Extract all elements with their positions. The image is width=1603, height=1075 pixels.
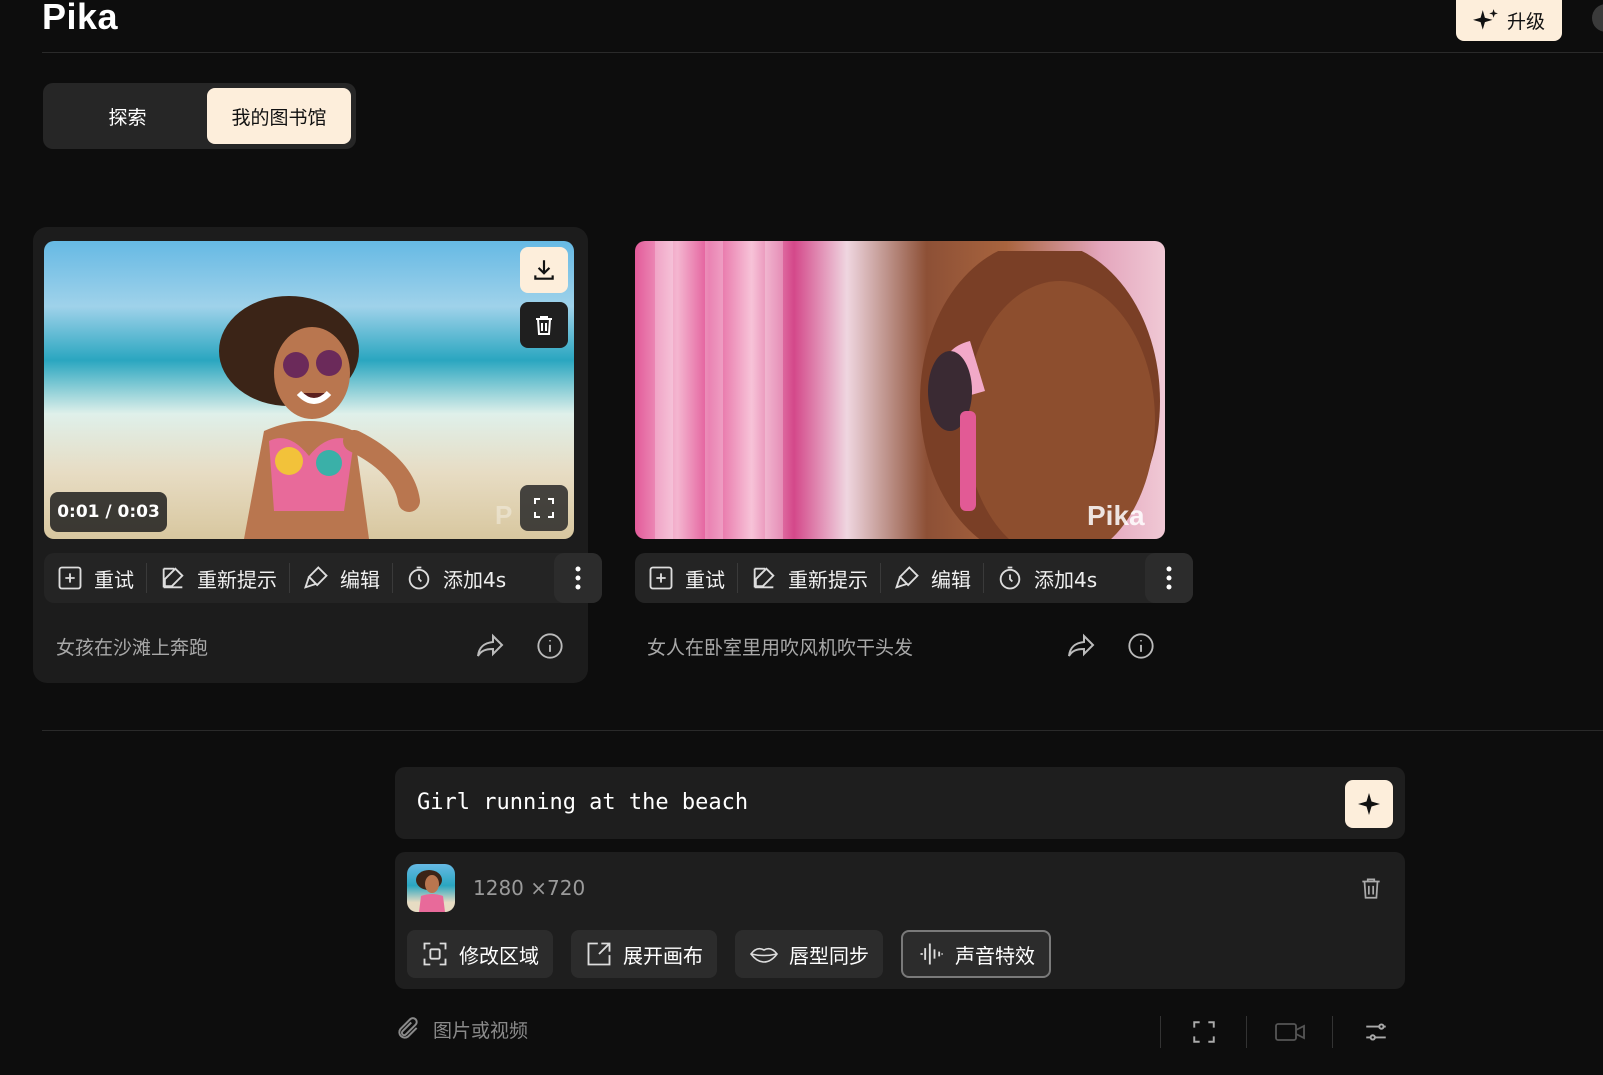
info-button[interactable] bbox=[532, 628, 568, 664]
retry-label: 重试 bbox=[94, 567, 134, 592]
edit-pencil-icon bbox=[162, 567, 184, 589]
edit-button[interactable]: 编辑 bbox=[290, 553, 392, 603]
beach-girl-mini bbox=[416, 870, 445, 912]
retry-button[interactable]: 重试 bbox=[44, 553, 146, 603]
aspect-ratio-icon bbox=[1192, 1021, 1215, 1043]
tab-explore[interactable]: 探索 bbox=[48, 88, 207, 144]
video-timestamp: 0:01 / 0:03 bbox=[50, 492, 167, 532]
share-icon bbox=[1068, 633, 1095, 657]
avatar[interactable] bbox=[1592, 4, 1603, 32]
aspect-ratio-button[interactable] bbox=[1161, 1012, 1246, 1052]
sliders-icon bbox=[1365, 1023, 1386, 1041]
share-button[interactable] bbox=[472, 628, 508, 664]
sparkle-icon bbox=[1358, 793, 1380, 815]
more-vertical-icon bbox=[1166, 566, 1172, 590]
edit-label: 编辑 bbox=[340, 567, 380, 592]
lips-icon bbox=[749, 947, 779, 963]
more-vertical-icon bbox=[575, 566, 581, 590]
woman-hairdryer-illustration bbox=[920, 251, 1160, 539]
trash-icon bbox=[536, 316, 552, 335]
remove-attachment-button[interactable] bbox=[1353, 870, 1389, 906]
paperclip-icon bbox=[398, 1017, 418, 1039]
generate-button[interactable] bbox=[1345, 780, 1393, 828]
retry-icon bbox=[649, 566, 673, 590]
fullscreen-button[interactable] bbox=[520, 485, 568, 531]
camera-control-button[interactable] bbox=[1247, 1012, 1332, 1052]
region-select-icon bbox=[423, 942, 447, 966]
attachment-dimensions: 1280 ×720 bbox=[473, 876, 586, 900]
reprompt-button[interactable]: 重新提示 bbox=[738, 553, 880, 603]
pika-logo[interactable]: Pika bbox=[42, 0, 118, 35]
attach-label: 图片或视频 bbox=[433, 1019, 529, 1042]
curtain-stripe bbox=[765, 241, 783, 539]
modify-region-label: 修改区域 bbox=[459, 943, 539, 968]
add-4s-button[interactable]: 添加4s bbox=[393, 553, 518, 603]
reprompt-label: 重新提示 bbox=[788, 567, 868, 592]
expand-canvas-icon bbox=[587, 942, 611, 966]
sound-effects-label: 声音特效 bbox=[955, 943, 1035, 968]
timer-icon bbox=[408, 566, 430, 590]
more-options-button[interactable] bbox=[554, 553, 602, 603]
upgrade-button[interactable]: 升级 bbox=[1456, 0, 1562, 41]
upgrade-label: 升级 bbox=[1506, 11, 1545, 33]
curtain-stripe bbox=[705, 241, 723, 539]
video-caption: 女孩在沙滩上奔跑 bbox=[56, 637, 209, 659]
trash-icon bbox=[1362, 878, 1380, 899]
share-icon bbox=[477, 633, 504, 657]
info-icon bbox=[537, 633, 563, 659]
timer-icon bbox=[999, 566, 1021, 590]
download-icon bbox=[534, 260, 554, 280]
tool-buttons: 修改区域 展开画布 唇型同步 声音特效 bbox=[407, 930, 1051, 978]
info-button[interactable] bbox=[1123, 628, 1159, 664]
share-button[interactable] bbox=[1063, 628, 1099, 664]
reprompt-button[interactable]: 重新提示 bbox=[147, 553, 289, 603]
info-icon bbox=[1128, 633, 1154, 659]
brush-icon bbox=[895, 566, 919, 589]
brush-icon bbox=[304, 566, 328, 589]
retry-label: 重试 bbox=[685, 567, 725, 592]
library-tabs: 探索 我的图书馆 bbox=[43, 83, 356, 149]
video-camera-icon bbox=[1274, 1023, 1305, 1041]
modify-region-button[interactable]: 修改区域 bbox=[407, 930, 553, 978]
add-4s-label: 添加4s bbox=[1034, 567, 1098, 592]
video-thumbnail-hairdryer[interactable] bbox=[635, 241, 1165, 539]
sparkle-icon bbox=[1472, 8, 1498, 30]
settings-button[interactable] bbox=[1333, 1012, 1418, 1052]
edit-pencil-icon bbox=[753, 567, 775, 589]
fullscreen-icon bbox=[534, 498, 554, 518]
pika-watermark: Pika bbox=[1087, 500, 1145, 531]
section-divider bbox=[42, 730, 1603, 731]
expand-canvas-label: 展开画布 bbox=[623, 943, 703, 968]
add-4s-button[interactable]: 添加4s bbox=[984, 553, 1109, 603]
composer-options bbox=[1160, 1012, 1418, 1052]
sound-effects-button[interactable]: 声音特效 bbox=[901, 930, 1051, 978]
beach-girl-illustration bbox=[219, 296, 420, 539]
edit-button[interactable]: 编辑 bbox=[881, 553, 983, 603]
lip-sync-button[interactable]: 唇型同步 bbox=[735, 930, 883, 978]
sound-wave-icon bbox=[920, 943, 943, 965]
attachment-thumbnail[interactable] bbox=[407, 864, 455, 912]
add-4s-label: 添加4s bbox=[443, 567, 507, 592]
edit-label: 编辑 bbox=[931, 567, 971, 592]
prompt-text: Girl running at the beach bbox=[417, 790, 749, 815]
video-caption: 女人在卧室里用吹风机吹干头发 bbox=[647, 637, 914, 659]
tab-my-library[interactable]: 我的图书馆 bbox=[206, 88, 351, 144]
curtain-stripe bbox=[655, 241, 673, 539]
expand-canvas-button[interactable]: 展开画布 bbox=[571, 930, 717, 978]
retry-button[interactable]: 重试 bbox=[635, 553, 737, 603]
video-actions-1: 重试 重新提示 编辑 添加4s bbox=[44, 553, 602, 603]
lip-sync-label: 唇型同步 bbox=[789, 943, 869, 968]
attach-media-button[interactable]: 图片或视频 bbox=[395, 1015, 528, 1043]
prompt-input[interactable]: Girl running at the beach bbox=[395, 767, 1405, 839]
attachment-panel: 1280 ×720 修改区域 展开画布 唇型同步 声音特效 bbox=[395, 852, 1405, 989]
more-options-button[interactable] bbox=[1145, 553, 1193, 603]
download-button[interactable] bbox=[520, 247, 568, 293]
watermark: P bbox=[495, 500, 513, 530]
video-actions-2: 重试 重新提示 编辑 添加4s bbox=[635, 553, 1193, 603]
header-divider bbox=[42, 52, 1603, 53]
retry-icon bbox=[58, 566, 82, 590]
delete-video-button[interactable] bbox=[520, 302, 568, 348]
reprompt-label: 重新提示 bbox=[197, 567, 277, 592]
